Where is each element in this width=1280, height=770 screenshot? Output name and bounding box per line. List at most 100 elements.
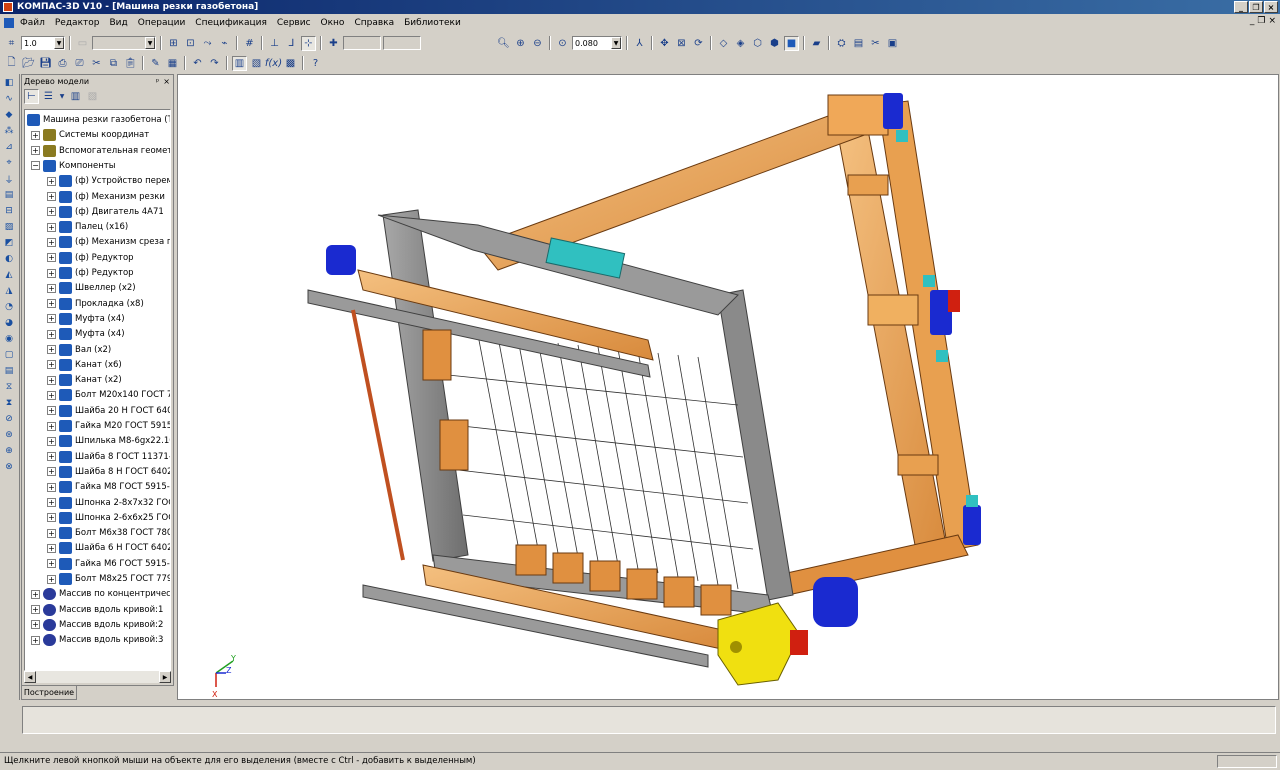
tree-item-array[interactable]: + Массив вдоль кривой:1 xyxy=(31,603,163,617)
tree-item-component[interactable]: + Шайба 6 Н ГОСТ 6402- xyxy=(47,541,170,555)
tree-item-component[interactable]: + Канат (x2) xyxy=(47,373,122,387)
tree-item-component[interactable]: + Канат (x6) xyxy=(47,358,122,372)
doc-restore-button[interactable]: ❐ xyxy=(1257,16,1265,26)
tree-settings-icon[interactable]: ▧ xyxy=(85,89,100,104)
extrude-icon[interactable]: ◩ xyxy=(1,236,17,250)
pattern-icon[interactable]: ⊛ xyxy=(1,428,17,442)
zoom-window-icon[interactable]: 🔍︎ xyxy=(496,36,511,51)
tree-item-array[interactable]: + Массив вдоль кривой:3 xyxy=(31,633,163,647)
new-document-icon[interactable]: 🗋︎ xyxy=(4,56,19,71)
screen-icon[interactable]: ▣ xyxy=(885,36,900,51)
panel-close-icon[interactable]: × xyxy=(163,77,170,86)
expand-icon[interactable]: + xyxy=(31,146,40,156)
coord-y-input[interactable] xyxy=(383,36,421,50)
expand-icon[interactable]: + xyxy=(47,345,56,354)
expand-icon[interactable]: + xyxy=(47,406,56,416)
orient-icon[interactable]: ⊥ xyxy=(267,36,282,51)
expand-icon[interactable]: + xyxy=(31,635,40,645)
tree-item-component[interactable]: + Гайка M20 ГОСТ 5915- xyxy=(47,419,170,433)
expand-icon[interactable]: + xyxy=(47,574,56,584)
collapse-icon[interactable]: − xyxy=(31,161,40,171)
menu-edit[interactable]: Редактор xyxy=(55,18,100,28)
step-dropdown-icon[interactable]: ▼ xyxy=(54,37,64,49)
redo-icon[interactable]: ↷ xyxy=(207,56,222,71)
tree-item-component[interactable]: + (ф) Механизм резки xyxy=(47,190,165,204)
revolve-icon[interactable]: ◐ xyxy=(1,252,17,266)
expand-icon[interactable]: + xyxy=(31,130,40,140)
specification-icon[interactable]: ▤ xyxy=(1,188,17,202)
menu-file[interactable]: Файл xyxy=(20,18,45,28)
expand-icon[interactable]: + xyxy=(47,528,56,538)
rebuild-icon[interactable]: ⛭ xyxy=(834,36,849,51)
coord-x-input[interactable] xyxy=(343,36,381,50)
expand-icon[interactable]: + xyxy=(47,314,56,324)
dimensions-icon[interactable]: ⌖ xyxy=(1,156,17,170)
sheet-metal-icon[interactable]: ▨ xyxy=(1,220,17,234)
expand-icon[interactable]: + xyxy=(47,513,56,523)
tree-item-component[interactable]: + Шпилька M8-6gx22.10 xyxy=(47,434,170,448)
tree-item-component[interactable]: + Шпонка 2-8x7x32 ГОСТ xyxy=(47,496,170,510)
scroll-right-icon[interactable]: ▶ xyxy=(159,671,171,683)
print-icon[interactable]: ⎙ xyxy=(55,56,70,71)
aux-geometry-icon[interactable]: ⊿ xyxy=(1,140,17,154)
menu-service[interactable]: Сервис xyxy=(277,18,311,28)
ortho-icon[interactable]: ⌁ xyxy=(217,36,232,51)
doc-minimize-button[interactable]: _ xyxy=(1250,16,1255,26)
tree-item-component[interactable]: + Шайба 20 Н ГОСТ 6402 xyxy=(47,404,170,418)
tree-item-component[interactable]: + (ф) Редуктор xyxy=(47,266,134,280)
thread-icon[interactable]: ⧗ xyxy=(1,396,17,410)
expand-icon[interactable]: + xyxy=(47,253,56,263)
tree-item-aux-geometry[interactable]: + Вспомогательная геометрия xyxy=(31,144,170,158)
fit-all-icon[interactable]: ⊠ xyxy=(674,36,689,51)
format-icon[interactable]: ✎ xyxy=(148,56,163,71)
tree-item-component[interactable]: + Болт M20x140 ГОСТ 78 xyxy=(47,388,170,402)
filters-icon[interactable]: ⏚ xyxy=(1,172,17,186)
doc-close-button[interactable]: × xyxy=(1268,16,1276,26)
tree-item-coord-systems[interactable]: + Системы координат xyxy=(31,128,149,142)
mate-icon[interactable]: ⊗ xyxy=(1,460,17,474)
expand-icon[interactable]: + xyxy=(47,207,56,217)
zoom-out-icon[interactable]: ⊖ xyxy=(530,36,545,51)
tab-build[interactable]: Построение xyxy=(21,686,77,700)
expand-icon[interactable]: + xyxy=(47,436,56,446)
expand-icon[interactable]: + xyxy=(31,589,40,599)
rib-icon[interactable]: ▤ xyxy=(1,364,17,378)
structure-view-icon[interactable]: ⊢ xyxy=(24,88,39,104)
surfaces-icon[interactable]: ◆ xyxy=(1,108,17,122)
coords-icon[interactable]: ✚ xyxy=(326,36,341,51)
tree-item-component[interactable]: + (ф) Механизм среза гор xyxy=(47,235,170,249)
help-icon[interactable]: ? xyxy=(308,56,323,71)
maximize-button[interactable]: ❐ xyxy=(1249,1,1263,13)
open-icon[interactable]: 📂︎ xyxy=(21,56,36,71)
sort-dropdown-icon[interactable]: ▼ xyxy=(58,89,66,104)
model-tree-icon[interactable]: ▥ xyxy=(232,55,247,71)
expand-icon[interactable]: + xyxy=(47,421,56,431)
tree-root-assembly[interactable]: Машина резки газобетона (Тел- xyxy=(27,113,170,127)
expand-icon[interactable]: + xyxy=(47,283,56,293)
insert-component-icon[interactable]: ⊕ xyxy=(1,444,17,458)
curves-icon[interactable]: ∿ xyxy=(1,92,17,106)
pin-icon[interactable]: ᵖ xyxy=(156,77,159,86)
paste-icon[interactable]: 📋︎ xyxy=(123,56,138,71)
tree-item-component[interactable]: + (ф) Двигатель 4А71 xyxy=(47,205,164,219)
measure-icon[interactable]: ▩ xyxy=(283,56,298,71)
fillet-icon[interactable]: ◔ xyxy=(1,300,17,314)
expand-icon[interactable]: + xyxy=(47,329,56,339)
snap-icon[interactable]: ⤳ xyxy=(200,36,215,51)
expand-icon[interactable]: + xyxy=(31,620,40,630)
expand-icon[interactable]: + xyxy=(47,543,56,553)
hidden-lines-icon[interactable]: ◈ xyxy=(733,36,748,51)
tools-icon[interactable]: ✂ xyxy=(868,36,883,51)
tree-item-array[interactable]: + Массив по концентрическо xyxy=(31,587,170,601)
menu-libraries[interactable]: Библиотеки xyxy=(404,18,461,28)
copy-icon[interactable]: ⧉ xyxy=(106,56,121,71)
edit-assembly-icon[interactable]: ◧ xyxy=(1,76,17,90)
expand-icon[interactable]: + xyxy=(31,605,40,615)
manager-icon[interactable]: ▧ xyxy=(249,56,264,71)
tree-item-component[interactable]: + Болт M6x38 ГОСТ 7805 xyxy=(47,526,170,540)
machine-3d-model[interactable]: X Y Z xyxy=(178,75,1278,699)
sweep-icon[interactable]: ◮ xyxy=(1,284,17,298)
expand-icon[interactable]: + xyxy=(47,482,56,492)
properties-icon[interactable]: ▤ xyxy=(851,36,866,51)
expand-icon[interactable]: + xyxy=(47,299,56,309)
